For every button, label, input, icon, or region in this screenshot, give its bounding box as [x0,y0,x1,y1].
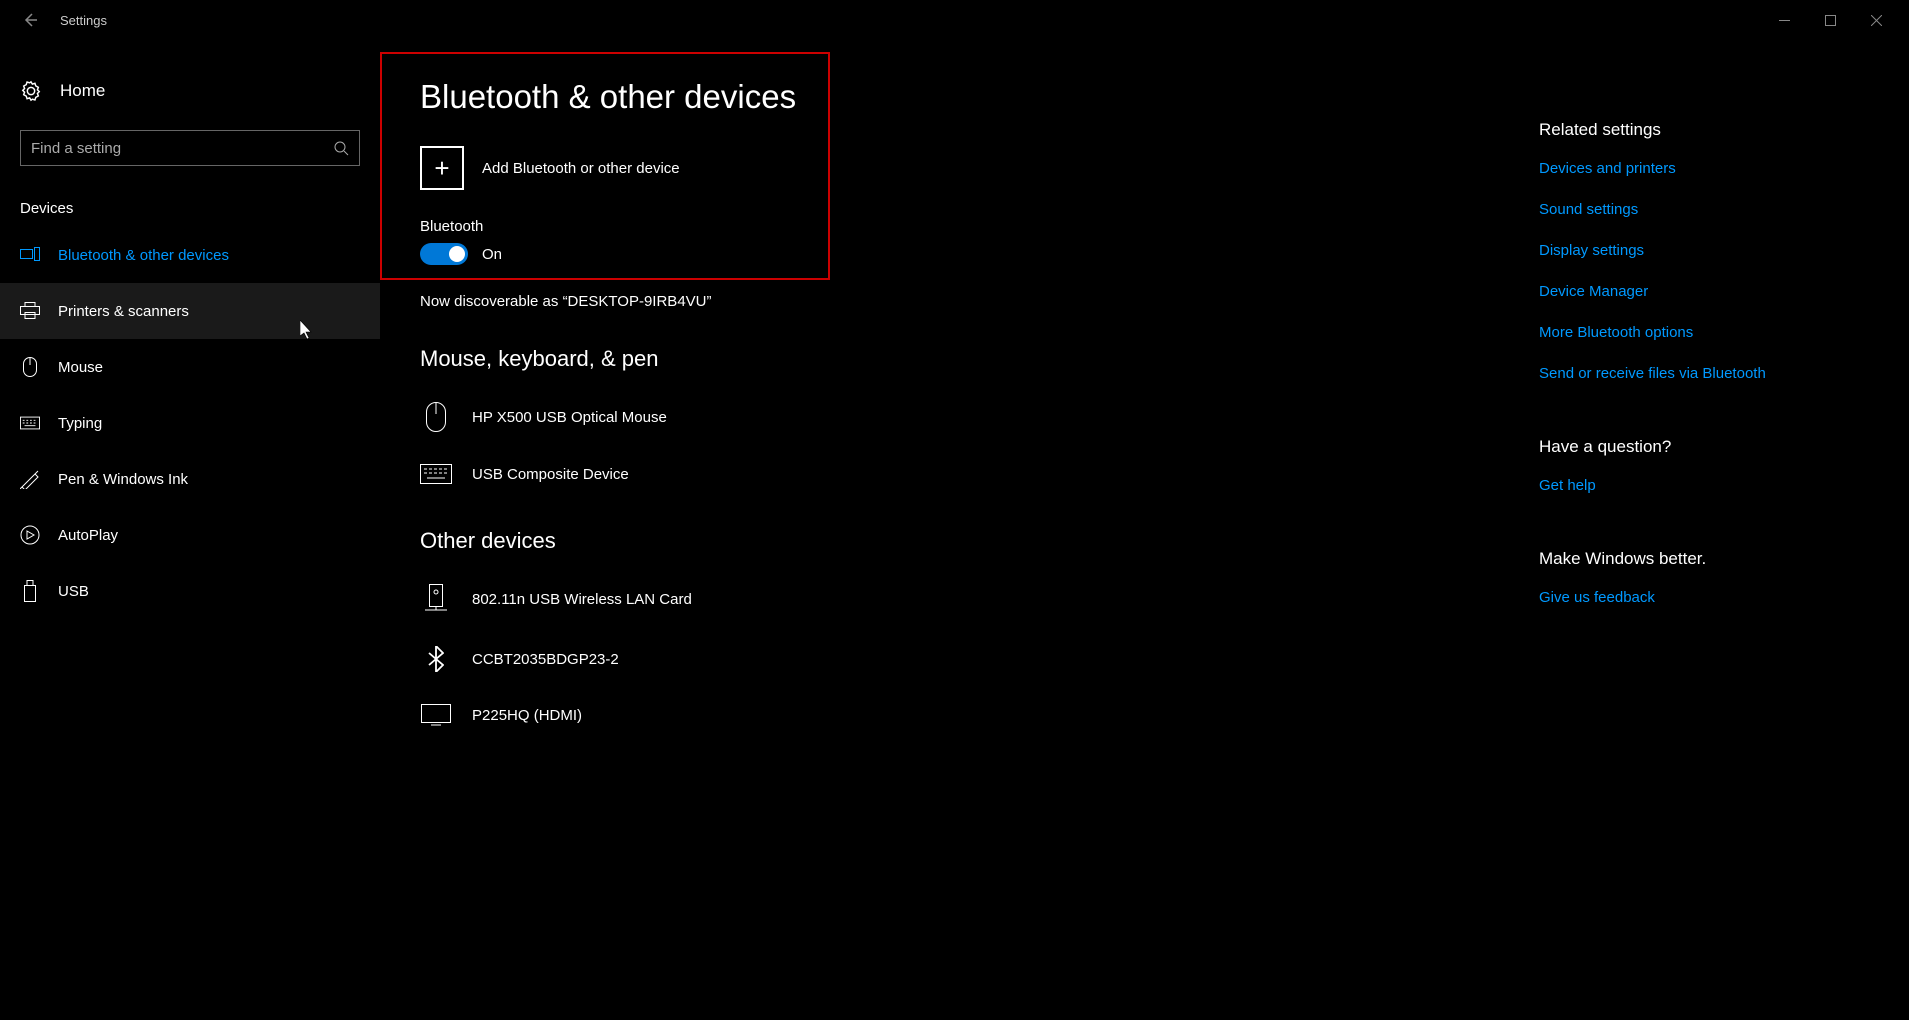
sidebar-item-autoplay[interactable]: AutoPlay [0,507,380,563]
search-input[interactable] [31,140,333,157]
sidebar-item-typing[interactable]: Typing [0,395,380,451]
minimize-button[interactable] [1761,0,1807,40]
autoplay-icon [20,525,40,545]
mouse-icon [420,402,452,432]
sidebar-item-bluetooth[interactable]: Bluetooth & other devices [0,227,380,283]
add-device-label: Add Bluetooth or other device [482,160,680,177]
discoverable-text: Now discoverable as “DESKTOP-9IRB4VU” [420,293,1489,310]
sidebar: Home Devices Bluetooth & other devices P… [0,40,380,1020]
usb-icon [20,580,40,602]
sidebar-item-usb[interactable]: USB [0,563,380,619]
bluetooth-toggle-row: On [420,243,1489,265]
link-devices-printers[interactable]: Devices and printers [1539,160,1879,177]
plus-icon: + [420,146,464,190]
device-name: CCBT2035BDGP23-2 [472,651,619,668]
page-title: Bluetooth & other devices [420,78,1489,116]
sidebar-item-label: Typing [58,415,102,432]
network-card-icon [420,584,452,614]
devices-icon [20,247,40,263]
device-item[interactable]: USB Composite Device [420,448,1489,500]
minimize-icon [1779,15,1790,26]
search-icon [333,140,349,156]
keyboard-icon [420,464,452,484]
maximize-icon [1825,15,1836,26]
right-column: Related settings Devices and printers So… [1529,40,1909,1020]
bluetooth-icon [420,646,452,672]
sidebar-item-label: Bluetooth & other devices [58,247,229,264]
add-device-button[interactable]: + Add Bluetooth or other device [420,146,1489,190]
sidebar-item-label: Mouse [58,359,103,376]
link-display-settings[interactable]: Display settings [1539,242,1879,259]
sidebar-item-label: Printers & scanners [58,303,189,320]
question-heading: Have a question? [1539,437,1879,457]
gear-icon [20,80,42,102]
link-device-manager[interactable]: Device Manager [1539,283,1879,300]
sidebar-item-label: USB [58,583,89,600]
mouse-icon [20,357,40,377]
device-name: HP X500 USB Optical Mouse [472,409,667,426]
nav-group-label: Devices [0,190,380,227]
arrow-left-icon [22,12,38,28]
home-label: Home [60,81,105,101]
titlebar: Settings [0,0,1909,40]
device-name: 802.11n USB Wireless LAN Card [472,591,692,608]
monitor-icon [420,704,452,726]
link-send-receive-files[interactable]: Send or receive files via Bluetooth [1539,365,1879,382]
keyboard-icon [20,416,40,430]
window-controls [1761,0,1899,40]
better-heading: Make Windows better. [1539,549,1879,569]
device-item[interactable]: 802.11n USB Wireless LAN Card [420,568,1489,630]
maximize-button[interactable] [1807,0,1853,40]
toggle-state: On [482,246,502,263]
sidebar-item-pen[interactable]: Pen & Windows Ink [0,451,380,507]
section-title-other: Other devices [420,528,1489,554]
bluetooth-label: Bluetooth [420,218,1489,235]
device-name: USB Composite Device [472,466,629,483]
pen-icon [20,469,40,489]
link-feedback[interactable]: Give us feedback [1539,589,1879,606]
bluetooth-toggle[interactable] [420,243,468,265]
device-item[interactable]: CCBT2035BDGP23-2 [420,630,1489,688]
device-item[interactable]: HP X500 USB Optical Mouse [420,386,1489,448]
main-content: Bluetooth & other devices + Add Bluetoot… [380,40,1529,1020]
window-title: Settings [60,13,107,28]
link-sound-settings[interactable]: Sound settings [1539,201,1879,218]
link-more-bluetooth[interactable]: More Bluetooth options [1539,324,1879,341]
printer-icon [20,302,40,320]
sidebar-item-label: AutoPlay [58,527,118,544]
sidebar-item-printers[interactable]: Printers & scanners [0,283,380,339]
close-button[interactable] [1853,0,1899,40]
related-heading: Related settings [1539,120,1879,140]
section-title-input: Mouse, keyboard, & pen [420,346,1489,372]
sidebar-item-label: Pen & Windows Ink [58,471,188,488]
home-nav[interactable]: Home [0,70,380,112]
link-get-help[interactable]: Get help [1539,477,1879,494]
sidebar-item-mouse[interactable]: Mouse [0,339,380,395]
device-name: P225HQ (HDMI) [472,707,582,724]
search-box[interactable] [20,130,360,166]
back-button[interactable] [10,0,50,40]
close-icon [1871,15,1882,26]
device-item[interactable]: P225HQ (HDMI) [420,688,1489,742]
